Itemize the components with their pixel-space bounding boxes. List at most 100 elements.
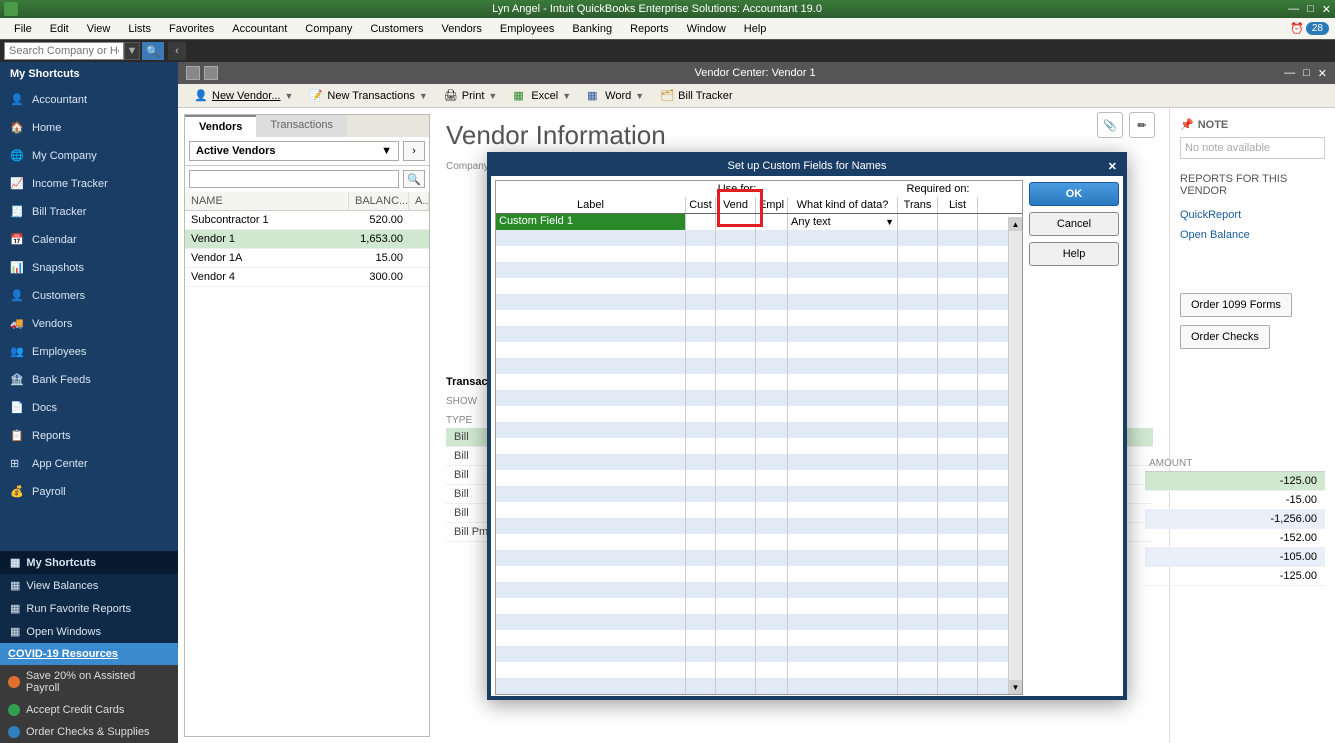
search-button[interactable]: 🔍 xyxy=(142,42,164,60)
empl-cell[interactable] xyxy=(756,214,788,230)
sidebar-item-payroll[interactable]: 💰Payroll xyxy=(0,478,178,506)
sidebar-tab-favreports[interactable]: ▦Run Favorite Reports xyxy=(0,597,178,620)
dialog-close-icon[interactable]: ✕ xyxy=(1108,160,1117,173)
grid-row[interactable] xyxy=(496,534,1022,550)
sub-minimize-icon[interactable]: — xyxy=(1284,67,1295,80)
edit-button[interactable]: ✏ xyxy=(1129,112,1155,138)
grid-row[interactable] xyxy=(496,342,1022,358)
vendor-row[interactable]: Vendor 11,653.00 xyxy=(185,230,429,249)
reminder-icon[interactable]: ⏰ xyxy=(1290,22,1304,35)
window-icon[interactable] xyxy=(186,66,200,80)
sidebar-item-bill[interactable]: 🧾Bill Tracker xyxy=(0,198,178,226)
label-cell[interactable]: Custom Field 1 xyxy=(496,214,686,230)
trans-cell[interactable] xyxy=(898,214,938,230)
grid-row[interactable] xyxy=(496,598,1022,614)
grid-row[interactable] xyxy=(496,678,1022,694)
sidebar-item-vendors[interactable]: 🚚Vendors xyxy=(0,310,178,338)
sidebar-item-customers[interactable]: 👤Customers xyxy=(0,282,178,310)
scroll-down-icon[interactable]: ▼ xyxy=(1009,680,1022,694)
order-1099-button[interactable]: Order 1099 Forms xyxy=(1180,293,1292,317)
menu-edit[interactable]: Edit xyxy=(42,21,77,37)
tab-vendors[interactable]: Vendors xyxy=(185,115,256,137)
grid-row[interactable] xyxy=(496,390,1022,406)
search-dropdown-icon[interactable]: ▼ xyxy=(124,42,140,60)
sidebar-item-home[interactable]: 🏠Home xyxy=(0,114,178,142)
menu-company[interactable]: Company xyxy=(297,21,360,37)
vendor-row[interactable]: Vendor 4300.00 xyxy=(185,268,429,287)
vendor-search-button[interactable]: 🔍 xyxy=(403,170,425,188)
sidebar-item-bankfeeds[interactable]: 🏦Bank Feeds xyxy=(0,366,178,394)
kind-cell[interactable]: Any text▼ xyxy=(788,214,898,230)
grid-row[interactable] xyxy=(496,310,1022,326)
note-input[interactable]: No note available xyxy=(1180,137,1325,159)
sidebar-tab-balances[interactable]: ▦View Balances xyxy=(0,574,178,597)
sidebar-tab-shortcuts[interactable]: ▦My Shortcuts xyxy=(0,551,178,574)
menu-banking[interactable]: Banking xyxy=(564,21,620,37)
grid-row[interactable] xyxy=(496,646,1022,662)
grid-row[interactable] xyxy=(496,614,1022,630)
promo-payroll[interactable]: Save 20% on Assisted Payroll xyxy=(0,665,178,699)
menu-view[interactable]: View xyxy=(79,21,119,37)
ok-button[interactable]: OK xyxy=(1029,182,1119,206)
grid-row[interactable] xyxy=(496,326,1022,342)
bill-tracker-button[interactable]: 🗂Bill Tracker xyxy=(654,87,738,105)
grid-row[interactable] xyxy=(496,374,1022,390)
covid-link[interactable]: COVID-19 Resources xyxy=(0,643,178,665)
vend-cell[interactable] xyxy=(716,214,756,230)
menu-reports[interactable]: Reports xyxy=(622,21,677,37)
sidebar-item-calendar[interactable]: 📅Calendar xyxy=(0,226,178,254)
grid-row[interactable] xyxy=(496,246,1022,262)
sidebar-item-income[interactable]: 📈Income Tracker xyxy=(0,170,178,198)
menu-customers[interactable]: Customers xyxy=(362,21,431,37)
grid-row[interactable] xyxy=(496,630,1022,646)
cust-cell[interactable] xyxy=(686,214,716,230)
grid-row[interactable] xyxy=(496,502,1022,518)
menu-window[interactable]: Window xyxy=(679,21,734,37)
menu-help[interactable]: Help xyxy=(736,21,775,37)
search-input[interactable] xyxy=(4,42,124,60)
print-button[interactable]: 🖨Print▼ xyxy=(438,87,504,105)
col-name[interactable]: NAME xyxy=(185,192,349,210)
vendor-search-input[interactable] xyxy=(189,170,399,188)
tab-transactions[interactable]: Transactions xyxy=(256,115,347,137)
help-button[interactable]: Help xyxy=(1029,242,1119,266)
openbalance-link[interactable]: Open Balance xyxy=(1180,225,1325,245)
vendor-row[interactable]: Vendor 1A15.00 xyxy=(185,249,429,268)
menu-favorites[interactable]: Favorites xyxy=(161,21,222,37)
menu-accountant[interactable]: Accountant xyxy=(224,21,295,37)
col-balance[interactable]: BALANC... xyxy=(349,192,409,210)
sidebar-item-docs[interactable]: 📄Docs xyxy=(0,394,178,422)
sidebar-item-accountant[interactable]: 👤Accountant xyxy=(0,86,178,114)
sidebar-item-snapshots[interactable]: 📊Snapshots xyxy=(0,254,178,282)
minimize-icon[interactable]: — xyxy=(1288,3,1299,16)
grid-row[interactable] xyxy=(496,582,1022,598)
menu-vendors[interactable]: Vendors xyxy=(434,21,490,37)
attach-button[interactable]: 📎 xyxy=(1097,112,1123,138)
menu-employees[interactable]: Employees xyxy=(492,21,562,37)
scroll-up-icon[interactable]: ▲ xyxy=(1009,217,1022,231)
grid-row[interactable] xyxy=(496,262,1022,278)
grid-row[interactable] xyxy=(496,566,1022,582)
quickreport-link[interactable]: QuickReport xyxy=(1180,205,1325,225)
reminder-badge[interactable]: 28 xyxy=(1306,22,1329,35)
grid-row[interactable] xyxy=(496,294,1022,310)
word-button[interactable]: ▦Word▼ xyxy=(581,87,650,105)
close-icon[interactable]: ✕ xyxy=(1322,3,1331,16)
sidebar-tab-openwin[interactable]: ▦Open Windows xyxy=(0,620,178,643)
grid-row[interactable] xyxy=(496,550,1022,566)
grid-row[interactable] xyxy=(496,406,1022,422)
grid-row[interactable] xyxy=(496,470,1022,486)
grid-row[interactable] xyxy=(496,438,1022,454)
new-transactions-button[interactable]: 📝New Transactions▼ xyxy=(303,87,433,105)
grid-row[interactable] xyxy=(496,486,1022,502)
grid-row[interactable] xyxy=(496,454,1022,470)
grid-row[interactable] xyxy=(496,422,1022,438)
sub-close-icon[interactable]: ✕ xyxy=(1318,67,1327,80)
promo-cards[interactable]: Accept Credit Cards xyxy=(0,699,178,721)
vendor-row[interactable]: Subcontractor 1520.00 xyxy=(185,211,429,230)
grid-row[interactable] xyxy=(496,278,1022,294)
filter-expand-button[interactable]: › xyxy=(403,141,425,161)
grid-row[interactable] xyxy=(496,518,1022,534)
sidebar-collapse-icon[interactable]: ‹ xyxy=(168,42,186,60)
grid-row[interactable]: Custom Field 1 Any text▼ xyxy=(496,214,1022,230)
